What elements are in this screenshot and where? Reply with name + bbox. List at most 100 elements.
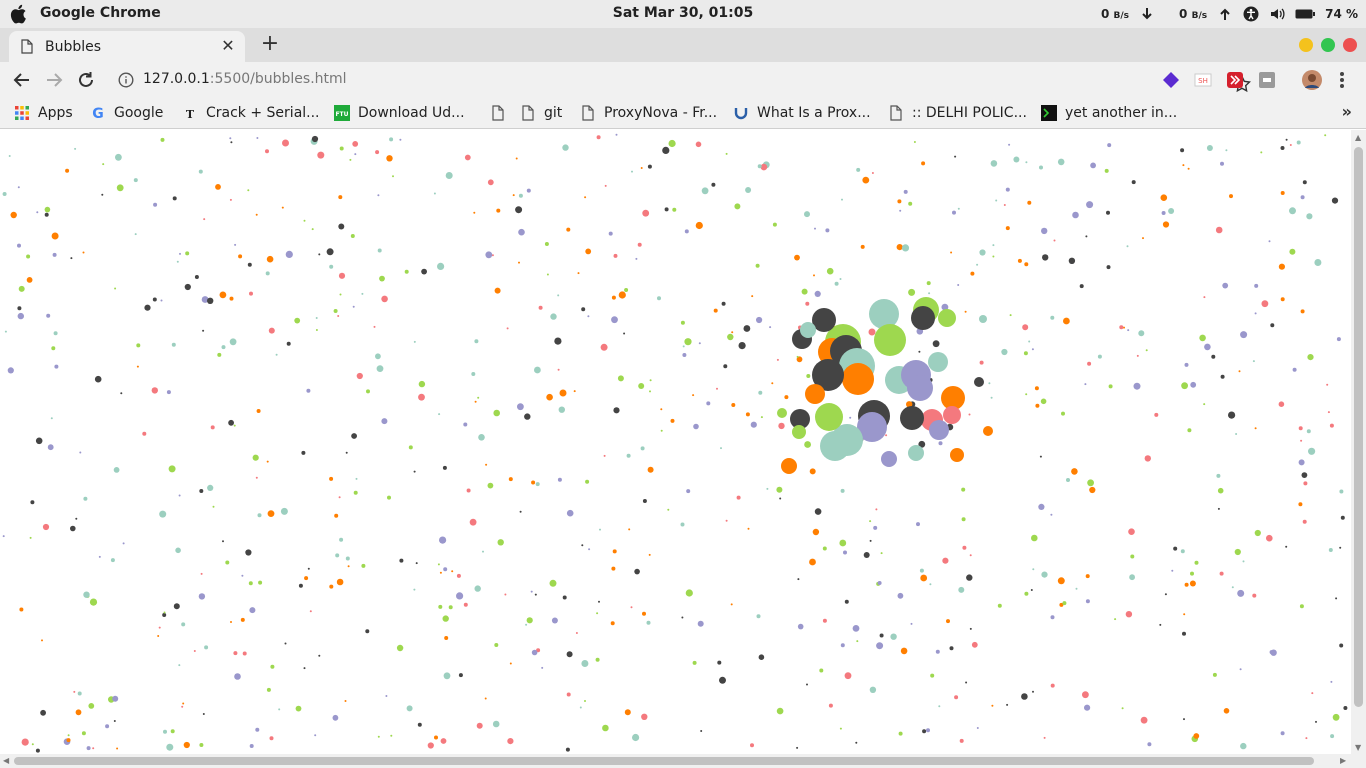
bookmark-google[interactable]: G Google [90,104,163,122]
volume-icon[interactable] [1269,6,1285,22]
scroll-up-icon[interactable]: ▲ [1355,133,1361,142]
scroll-right-icon[interactable]: ▶ [1340,756,1346,765]
cluster-bubble[interactable] [929,420,949,440]
bookmark-yet-another[interactable]: yet another in... [1041,104,1177,122]
particle-bubble [1090,162,1096,169]
bookmark-delhi-police[interactable]: :: DELHI POLIC... [888,104,1027,122]
battery-percent[interactable]: 74 % [1325,7,1358,21]
cluster-bubble[interactable] [820,431,850,461]
cluster-bubble[interactable] [800,322,816,338]
bookmark-download-ud[interactable]: FTU Download Ud... [334,104,465,122]
particle-bubble [17,312,24,320]
bubbles-canvas[interactable] [0,130,1351,754]
url-text[interactable]: 127.0.0.1:5500/bubbles.html [143,71,347,87]
apple-logo-icon[interactable] [9,4,27,24]
horizontal-scroll-thumb[interactable] [14,757,1314,765]
bookmark-what-is-proxy[interactable]: What Is a Prox... [733,104,871,122]
chrome-menu-icon[interactable] [1340,71,1346,89]
tab-bubbles[interactable]: Bubbles ✕ [9,31,245,62]
particle-bubble [442,615,449,622]
cluster-bubble[interactable] [979,315,987,323]
maximize-window-button[interactable] [1321,38,1335,52]
cluster-bubble[interactable] [777,408,787,418]
particle-bubble [647,164,652,169]
bookmark-apps[interactable]: Apps [14,104,73,122]
particle-bubble [1085,599,1090,604]
particle-bubble [1225,149,1228,152]
close-window-button[interactable] [1343,38,1357,52]
cluster-bubble[interactable] [983,426,993,436]
bookmark-git[interactable]: git [520,104,562,122]
battery-icon[interactable] [1295,6,1316,22]
site-info-icon[interactable] [118,72,134,88]
more-bookmarks-icon[interactable]: » [1342,102,1352,121]
page-viewport[interactable] [0,130,1351,754]
vertical-scrollbar[interactable]: ▲ ▼ [1351,130,1366,754]
cluster-bubble[interactable] [805,384,825,404]
particle-bubble [158,626,161,629]
scroll-left-icon[interactable]: ◀ [3,756,9,765]
extension-sh-icon[interactable]: SH [1194,71,1212,89]
particle-bubble [494,287,501,294]
cluster-bubble[interactable] [842,363,874,395]
bookmark-untitled[interactable] [490,104,506,122]
particle-bubble [681,616,684,619]
extension-red-icon[interactable] [1226,71,1244,89]
cluster-bubble[interactable] [950,448,964,462]
horizontal-scrollbar[interactable]: ◀ ▶ [0,754,1366,768]
cluster-bubble[interactable] [900,406,924,430]
bookmark-crack-serial[interactable]: T Crack + Serial... [182,104,320,122]
particle-bubble [248,581,253,586]
particle-bubble [476,722,483,729]
particle-bubble [474,585,481,592]
particle-bubble [116,747,119,750]
active-app-name[interactable]: Google Chrome [40,5,161,21]
particle-bubble [756,316,763,324]
particle-bubble [178,664,181,667]
particle-bubble [344,700,347,702]
particle-bubble [814,290,821,297]
back-button[interactable] [9,68,35,92]
cluster-bubble[interactable] [815,403,843,431]
cluster-bubble[interactable] [911,306,935,330]
extension-gray-icon[interactable] [1258,71,1276,89]
cluster-bubble[interactable] [928,352,948,372]
accessibility-icon[interactable] [1243,6,1259,22]
cluster-bubble[interactable] [974,377,984,387]
scroll-down-icon[interactable]: ▼ [1355,743,1361,752]
forward-button[interactable] [41,68,67,92]
cluster-bubble[interactable] [792,425,806,439]
address-bar[interactable]: 127.0.0.1:5500/bubbles.html [111,67,1251,93]
particle-bubble [179,252,181,255]
particle-bubble [1031,348,1034,351]
cluster-bubble[interactable] [881,451,897,467]
particle-bubble [433,192,436,195]
particle-bubble [345,556,350,561]
close-tab-icon[interactable]: ✕ [219,37,237,55]
particle-bubble [255,213,258,216]
particle-bubble [392,175,394,178]
cluster-bubble[interactable] [938,309,956,327]
vertical-scroll-thumb[interactable] [1354,147,1363,707]
particle-bubble [256,409,261,413]
reload-button[interactable] [73,68,99,92]
particle-bubble [1180,549,1185,554]
bookmark-proxynova[interactable]: ProxyNova - Fr... [580,104,717,122]
cluster-bubble[interactable] [781,458,797,474]
particle-bubble [1022,324,1029,331]
cluster-bubble[interactable] [869,299,899,329]
minimize-window-button[interactable] [1299,38,1313,52]
extension-purple-icon[interactable] [1162,71,1180,89]
particle-bubble [338,496,341,499]
particle-bubble [750,421,757,428]
profile-avatar[interactable] [1302,70,1322,90]
particle-bubble [1332,713,1340,721]
cluster-bubble[interactable] [907,375,933,401]
cluster-bubble[interactable] [943,406,961,424]
particle-bubble [51,232,59,240]
cluster-bubble[interactable] [874,324,906,356]
new-tab-button[interactable]: + [257,31,283,57]
cluster-bubble[interactable] [908,445,924,461]
particle-bubble [440,738,447,744]
particle-bubble [751,295,754,298]
